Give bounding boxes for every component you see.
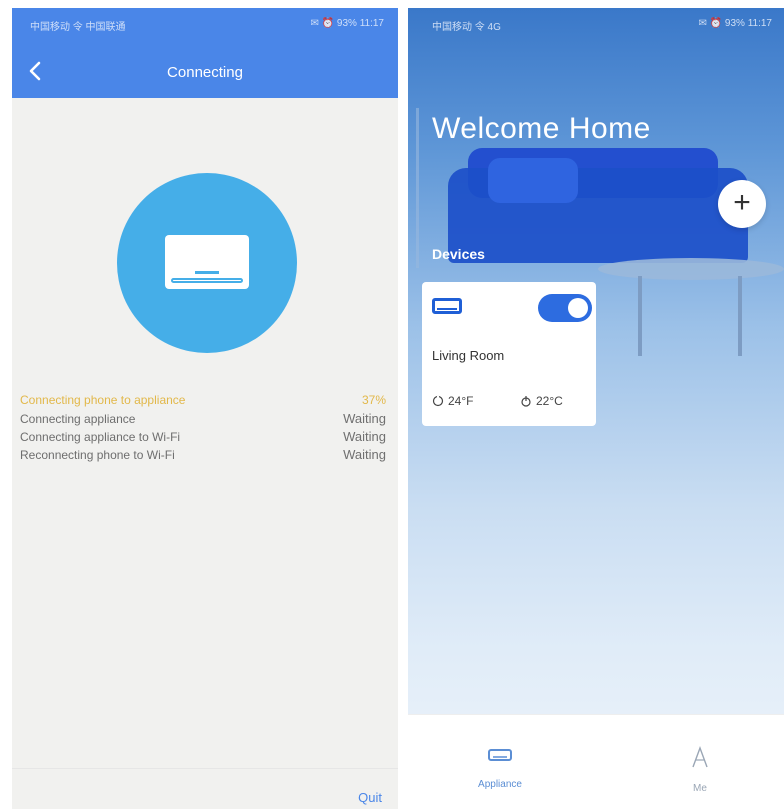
step-label: Reconnecting phone to Wi-Fi: [20, 448, 175, 462]
step-label: Connecting appliance to Wi-Fi: [20, 430, 181, 444]
me-nav-icon: [692, 745, 708, 768]
set-temperature: 22°C: [520, 394, 563, 408]
step-status: Waiting: [343, 429, 386, 444]
page-title: Connecting: [167, 64, 243, 81]
bottom-navigation: Appliance Me: [408, 714, 784, 809]
power-toggle[interactable]: [538, 294, 592, 322]
background-table: [598, 258, 784, 280]
connecting-screen: 中国移动 令 中国联通 ✉ ⏰ 93% 11:17 Connecting Con…: [12, 8, 398, 809]
air-conditioner-icon: [165, 235, 249, 289]
step-status: 37%: [361, 393, 386, 407]
nav-label: Me: [693, 783, 707, 794]
step-row-phone-to-wifi: Reconnecting phone to Wi-Fi Waiting: [20, 447, 386, 465]
air-conditioner-icon: [432, 298, 462, 314]
connecting-header: 中国移动 令 中国联通 ✉ ⏰ 93% 11:17 Connecting: [12, 8, 398, 98]
background-lamp: [416, 108, 419, 268]
toggle-knob: [568, 298, 588, 318]
thermostat-icon: [521, 396, 531, 407]
background-table-leg: [638, 276, 642, 356]
home-temperature-icon: [432, 395, 444, 407]
appliance-nav-icon: [488, 749, 512, 761]
indoor-temperature: 24°F: [432, 394, 473, 408]
step-row-appliance-to-wifi: Connecting appliance to Wi-Fi Waiting: [20, 429, 386, 447]
status-indicators: ✉ ⏰ 93% 11:17: [310, 18, 384, 29]
step-label: Connecting phone to appliance: [20, 393, 186, 407]
plus-icon: +: [733, 185, 751, 219]
device-name: Living Room: [432, 348, 505, 363]
connection-steps: Connecting phone to appliance 37% Connec…: [20, 393, 386, 465]
appliance-illustration: [117, 173, 297, 353]
step-label: Connecting appliance: [20, 412, 136, 426]
footer-divider: [12, 768, 398, 769]
status-carrier: 中国移动 令 4G: [432, 22, 501, 33]
status-bar: 中国移动 令 中国联通 ✉ ⏰ 93% 11:17: [12, 8, 398, 40]
background-table-leg: [738, 276, 742, 356]
status-indicators: ✉ ⏰ 93% 11:17: [698, 18, 772, 29]
step-status: Waiting: [343, 411, 386, 426]
quit-button[interactable]: Quit: [358, 790, 382, 805]
step-status: Waiting: [343, 447, 386, 462]
set-temperature-value: 22°C: [536, 394, 563, 408]
nav-label: Appliance: [478, 779, 522, 790]
devices-section-label: Devices: [432, 246, 485, 262]
add-device-button[interactable]: +: [718, 180, 766, 228]
home-screen: 中国移动 令 4G ✉ ⏰ 93% 11:17 Welcome Home + D…: [408, 8, 784, 809]
step-row-connecting-appliance: Connecting appliance Waiting: [20, 411, 386, 429]
status-carrier: 中国移动 令 中国联通: [30, 22, 126, 33]
background-cushion: [488, 158, 578, 203]
nav-tab-appliance[interactable]: Appliance: [450, 745, 550, 790]
device-card-living-room[interactable]: Living Room 24°F 22°C: [422, 282, 596, 426]
indoor-temperature-value: 24°F: [448, 394, 474, 408]
welcome-title: Welcome Home: [432, 112, 651, 145]
step-row-phone-to-appliance: Connecting phone to appliance 37%: [20, 393, 386, 411]
nav-tab-me[interactable]: Me: [650, 745, 750, 794]
status-bar: 中国移动 令 4G ✉ ⏰ 93% 11:17: [408, 8, 784, 38]
